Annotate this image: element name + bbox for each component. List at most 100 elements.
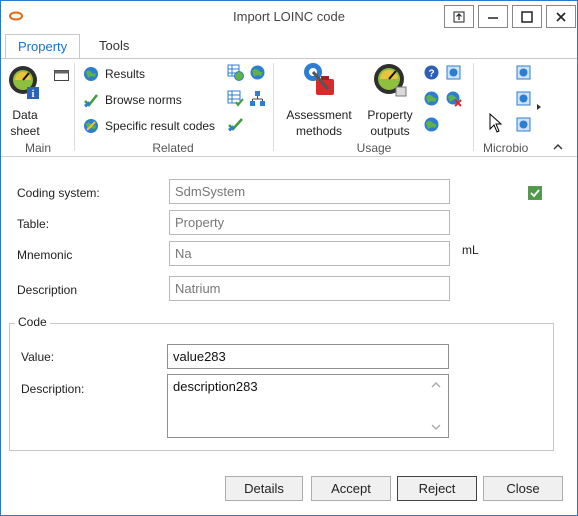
data-sheet-label-1: Data xyxy=(12,108,38,122)
tab-tools[interactable]: Tools xyxy=(87,34,141,58)
close-dialog-button[interactable]: Close xyxy=(483,476,563,501)
accept-button[interactable]: Accept xyxy=(311,476,391,501)
restore-icon xyxy=(453,11,465,22)
grid-globe-icon xyxy=(227,64,244,81)
report-button[interactable] xyxy=(445,64,462,81)
report-icon xyxy=(516,91,531,106)
property-outputs-button[interactable]: Property outputs xyxy=(359,61,421,139)
table-label: Table: xyxy=(17,217,50,231)
data-sheet-icon: i xyxy=(9,66,39,100)
results-button[interactable]: Results xyxy=(83,64,145,84)
ribbon-tabs: Property Tools xyxy=(1,34,577,59)
description-scrollbar[interactable] xyxy=(427,376,446,436)
assessment-label-1: Assessment xyxy=(286,108,352,122)
group-label-microbio: Microbio xyxy=(483,141,529,155)
reject-button[interactable]: Reject xyxy=(397,476,477,501)
data-sheet-button[interactable]: i Data sheet xyxy=(5,63,45,139)
minimize-icon xyxy=(488,16,498,19)
window-icon xyxy=(54,70,69,81)
report-icon xyxy=(516,117,531,132)
globe-icon xyxy=(84,119,98,133)
report-icon xyxy=(446,65,461,80)
scroll-down-icon[interactable] xyxy=(431,422,441,432)
svg-text:i: i xyxy=(32,89,35,100)
globe-small-button[interactable] xyxy=(423,116,440,133)
globe-small-button[interactable] xyxy=(423,90,440,107)
code-value-label: Value: xyxy=(21,350,55,364)
window-small-button[interactable] xyxy=(53,67,70,84)
microbio-report-button[interactable] xyxy=(515,116,532,133)
tab-property[interactable]: Property xyxy=(5,34,81,59)
browse-norms-label: Browse norms xyxy=(105,93,182,107)
coding-system-label: Coding system: xyxy=(17,186,100,200)
collapse-ribbon-button[interactable] xyxy=(551,141,565,153)
checkmark-icon xyxy=(530,189,540,198)
details-button[interactable]: Details xyxy=(225,476,303,501)
check-wand-icon xyxy=(84,94,98,108)
browse-norms-button[interactable]: Browse norms xyxy=(83,90,182,110)
globe-icon xyxy=(84,67,98,81)
group-label-usage: Usage xyxy=(356,141,392,155)
maximize-icon xyxy=(521,10,533,23)
specific-result-codes-label: Specific result codes xyxy=(105,119,216,133)
import-loinc-window: Import LOINC code Property Tools i Data … xyxy=(0,0,578,516)
microbio-report-button[interactable] xyxy=(515,64,532,81)
assessment-icon xyxy=(304,63,334,95)
maximize-button[interactable] xyxy=(512,5,542,28)
group-separator xyxy=(273,63,274,151)
grid-globe-button[interactable] xyxy=(227,64,244,81)
property-outputs-label-2: outputs xyxy=(370,124,410,138)
tree-button[interactable] xyxy=(249,90,266,107)
globe-small-button[interactable] xyxy=(249,64,266,81)
close-button[interactable] xyxy=(546,5,576,28)
code-value-input[interactable] xyxy=(167,344,449,369)
grid-check-button[interactable] xyxy=(227,90,244,107)
specific-result-codes-button[interactable]: Specific result codes xyxy=(83,116,215,136)
group-separator xyxy=(74,63,75,151)
group-label-related: Related xyxy=(152,141,194,155)
restore-button[interactable] xyxy=(444,5,474,28)
code-group-title: Code xyxy=(15,315,50,329)
chevron-right-icon xyxy=(537,104,541,110)
close-icon xyxy=(556,11,566,22)
title-bar: Import LOINC code xyxy=(1,1,577,33)
scroll-up-icon[interactable] xyxy=(431,380,441,390)
globe-icon xyxy=(250,65,265,80)
grid-check-icon xyxy=(227,90,244,107)
code-description-label: Description: xyxy=(21,382,85,396)
group-label-main: Main xyxy=(24,141,51,155)
ribbon: i Data sheet Main Results Browse norms S… xyxy=(1,58,577,157)
check-wand-button[interactable] xyxy=(227,116,244,133)
chevron-up-icon xyxy=(553,144,563,150)
property-outputs-label-1: Property xyxy=(367,108,413,122)
help-globe-button[interactable]: ? xyxy=(423,64,440,81)
mnemonic-label: Mnemonic xyxy=(17,248,73,262)
description-label: Description xyxy=(17,283,78,297)
ribbon-scroll-right-button[interactable] xyxy=(535,59,543,155)
results-label: Results xyxy=(105,67,146,81)
description-input[interactable] xyxy=(169,276,450,301)
code-description-textarea[interactable]: description283 xyxy=(167,374,449,438)
active-checkbox[interactable] xyxy=(528,186,542,200)
svg-text:?: ? xyxy=(428,69,434,80)
unit-label: mL xyxy=(462,243,479,257)
help-icon: ? xyxy=(424,65,439,80)
gauge-icon xyxy=(374,64,407,97)
microbio-report-button[interactable] xyxy=(515,90,532,107)
globe-delete-icon xyxy=(446,91,462,107)
globe-delete-button[interactable] xyxy=(445,90,462,107)
mouse-cursor-icon xyxy=(489,113,503,133)
tree-icon xyxy=(250,91,265,106)
data-sheet-label-2: sheet xyxy=(10,124,40,138)
table-input[interactable] xyxy=(169,210,450,235)
assessment-label-2: methods xyxy=(295,124,343,138)
mnemonic-input[interactable] xyxy=(169,241,450,266)
report-icon xyxy=(516,65,531,80)
check-wand-icon xyxy=(228,118,243,132)
coding-system-input[interactable] xyxy=(169,179,450,204)
minimize-button[interactable] xyxy=(478,5,508,28)
globe-icon xyxy=(424,117,439,132)
globe-icon xyxy=(424,91,439,106)
group-separator xyxy=(473,63,474,151)
assessment-methods-button[interactable]: Assessment methods xyxy=(283,61,355,139)
